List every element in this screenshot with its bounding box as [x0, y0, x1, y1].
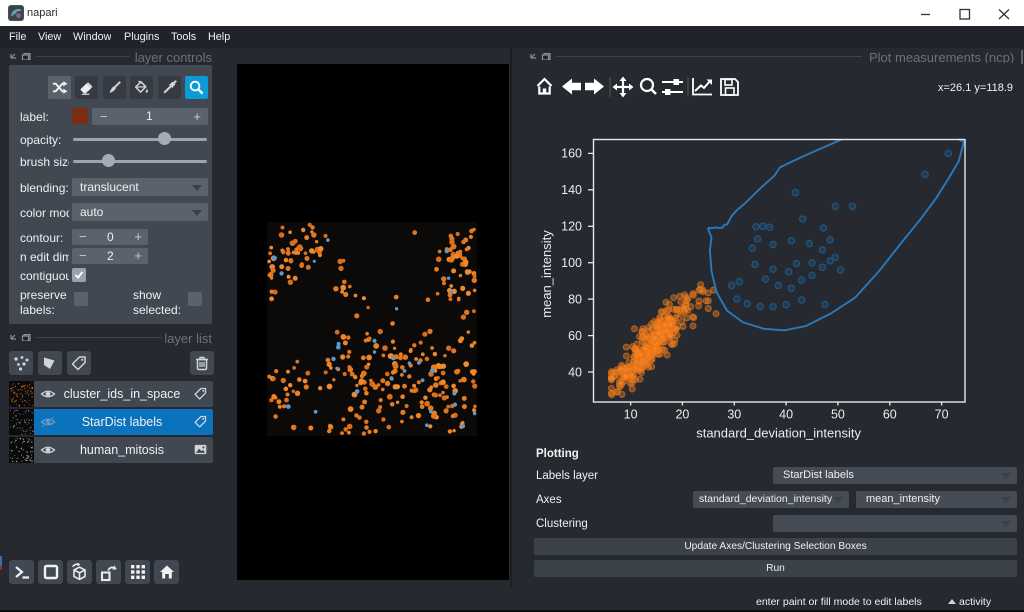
svg-text:mean_intensity: mean_intensity	[539, 230, 554, 318]
svg-text:30: 30	[727, 408, 741, 422]
svg-text:160: 160	[561, 147, 582, 161]
svg-text:70: 70	[935, 408, 949, 422]
svg-text:10: 10	[624, 408, 638, 422]
svg-text:140: 140	[561, 183, 582, 197]
svg-text:20: 20	[675, 408, 689, 422]
svg-text:60: 60	[883, 408, 897, 422]
svg-text:standard_deviation_intensity: standard_deviation_intensity	[696, 426, 861, 441]
svg-text:40: 40	[568, 365, 582, 379]
svg-text:60: 60	[568, 329, 582, 343]
svg-text:40: 40	[779, 408, 793, 422]
svg-text:100: 100	[561, 256, 582, 270]
svg-text:50: 50	[831, 408, 845, 422]
svg-text:120: 120	[561, 220, 582, 234]
svg-text:80: 80	[568, 292, 582, 306]
